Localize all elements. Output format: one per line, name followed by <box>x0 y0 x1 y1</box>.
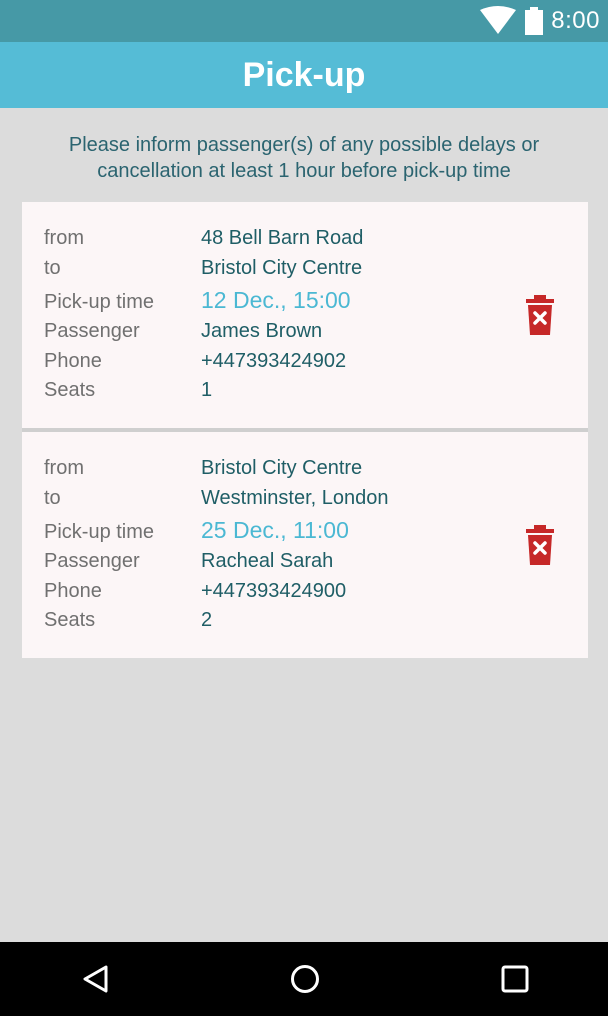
from-row: from 48 Bell Barn Road <box>44 227 363 250</box>
phone-row: Phone +447393424902 <box>44 350 346 373</box>
from-value: Bristol City Centre <box>201 457 363 479</box>
delete-icon[interactable] <box>525 295 555 335</box>
seats-value: 1 <box>201 379 213 401</box>
phone-value: +447393424902 <box>201 350 347 372</box>
page-title: Pick-up <box>242 55 366 94</box>
notice-line-2: cancellation at least 1 hour before pick… <box>97 160 511 182</box>
phone-value: +447393424900 <box>201 580 347 602</box>
passenger-value: James Brown <box>201 320 323 342</box>
app-bar: Pick-up <box>0 42 608 108</box>
seats-label: Seats <box>44 379 96 401</box>
delete-icon[interactable] <box>525 525 555 565</box>
seats-row: Seats 1 <box>44 379 212 402</box>
from-value: 48 Bell Barn Road <box>201 227 364 249</box>
to-value: Westminster, London <box>201 487 389 509</box>
seats-label: Seats <box>44 609 96 631</box>
pickup-time-label: Pick-up time <box>44 521 155 543</box>
to-row: to Westminster, London <box>44 487 389 510</box>
to-label: to <box>44 487 61 509</box>
passenger-row: Passenger Racheal Sarah <box>44 550 333 573</box>
passenger-row: Passenger James Brown <box>44 320 322 343</box>
passenger-label: Passenger <box>44 550 140 572</box>
pickup-time-row: Pick-up time 12 Dec., 15:00 <box>44 287 351 314</box>
booking-card: from Bristol City Centre to Westminster,… <box>22 432 588 658</box>
pickup-time-value: 12 Dec., 15:00 <box>201 287 351 313</box>
from-row: from Bristol City Centre <box>44 457 362 480</box>
seats-row: Seats 2 <box>44 609 212 632</box>
to-label: to <box>44 257 61 279</box>
from-label: from <box>44 227 84 249</box>
phone-row: Phone +447393424900 <box>44 580 346 603</box>
pickup-time-row: Pick-up time 25 Dec., 11:00 <box>44 517 349 544</box>
clock: 8:00 <box>551 7 600 34</box>
wifi-icon <box>480 6 517 34</box>
passenger-value: Racheal Sarah <box>201 550 334 572</box>
home-icon[interactable] <box>290 964 320 994</box>
booking-card: from 48 Bell Barn Road to Bristol City C… <box>22 202 588 428</box>
notice-line-1: Please inform passenger(s) of any possib… <box>68 134 540 156</box>
recents-icon[interactable] <box>500 964 530 994</box>
status-bar: 8:00 <box>0 0 608 42</box>
navigation-bar <box>0 942 608 1016</box>
passenger-label: Passenger <box>44 320 140 342</box>
back-icon[interactable] <box>81 964 111 994</box>
pickup-time-label: Pick-up time <box>44 291 155 313</box>
seats-value: 2 <box>201 609 213 631</box>
to-row: to Bristol City Centre <box>44 257 362 280</box>
battery-icon <box>525 7 544 35</box>
from-label: from <box>44 457 84 479</box>
pickup-time-value: 25 Dec., 11:00 <box>201 517 349 543</box>
phone-label: Phone <box>44 580 102 602</box>
phone-label: Phone <box>44 350 102 372</box>
notice-text: Please inform passenger(s) of any possib… <box>0 132 608 184</box>
to-value: Bristol City Centre <box>201 257 363 279</box>
